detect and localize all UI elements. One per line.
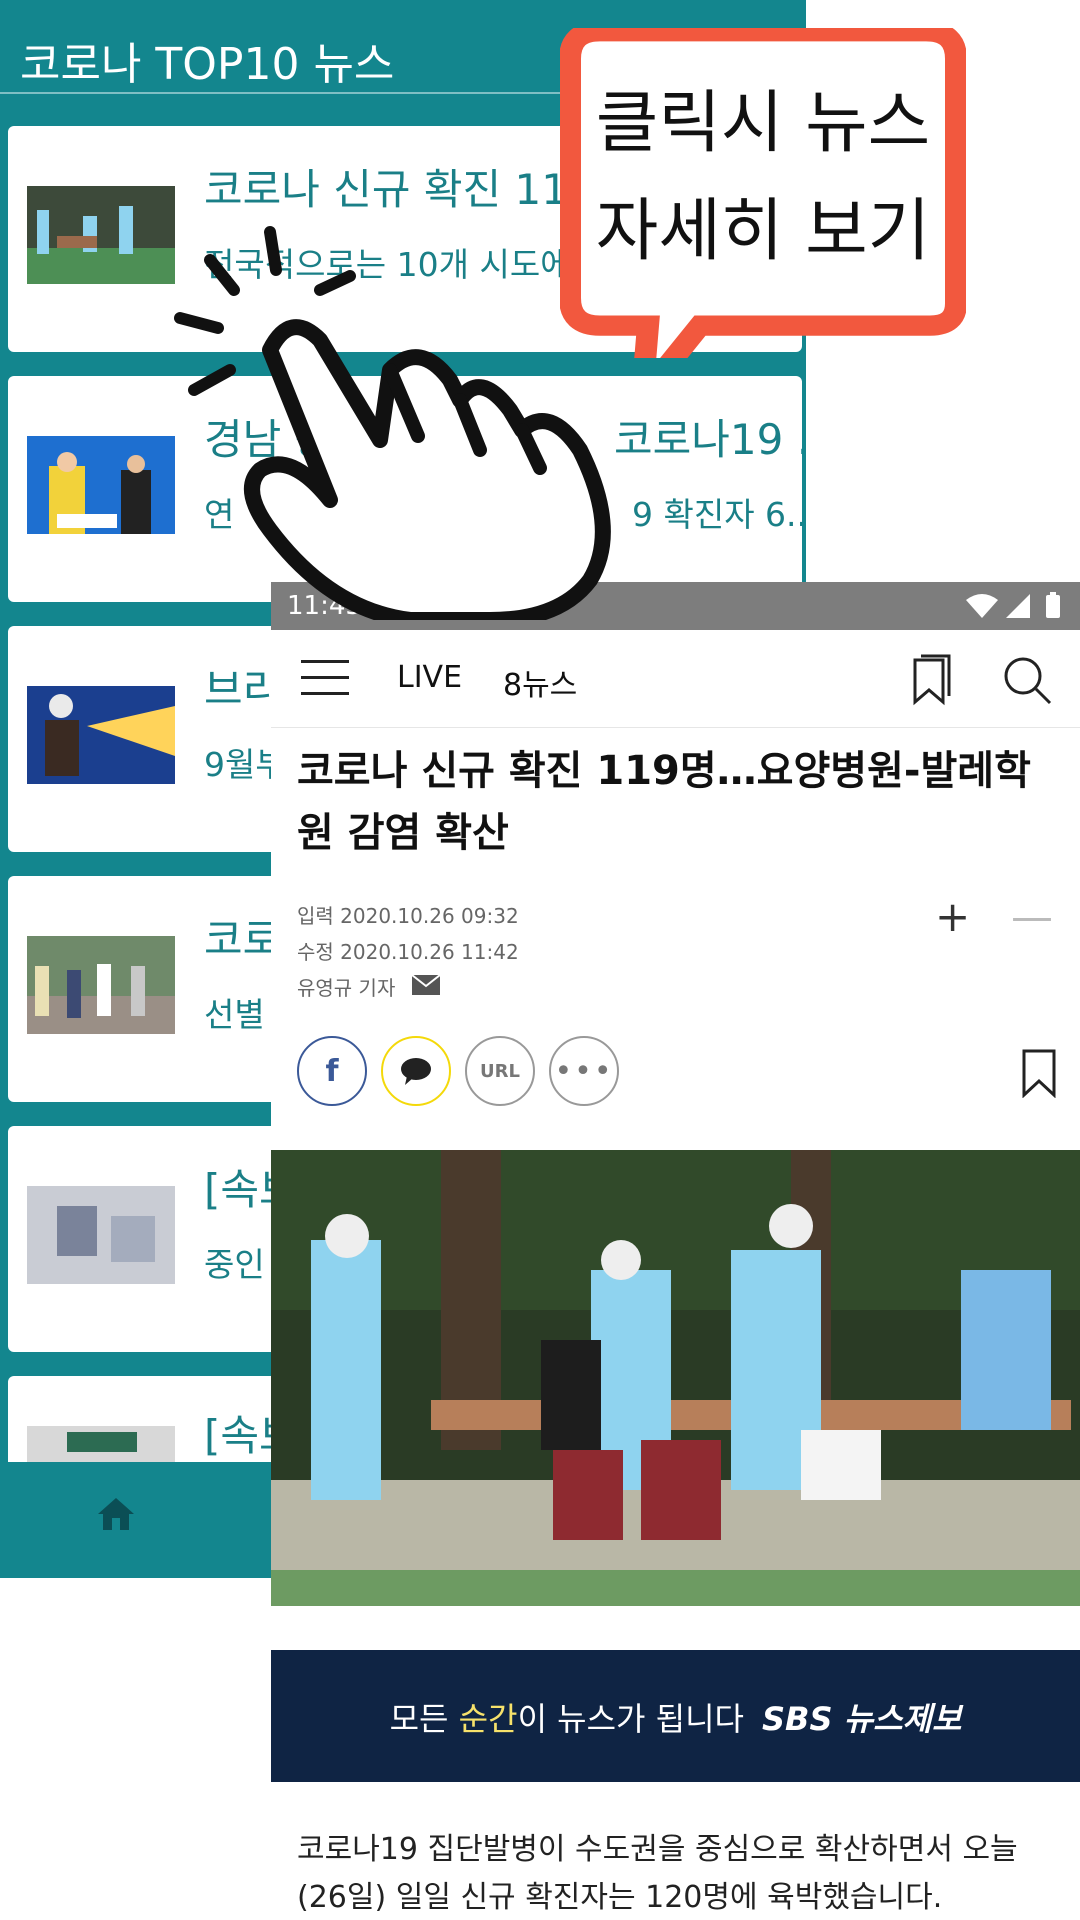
app-title: 코로나 TOP10 뉴스 xyxy=(20,39,395,90)
battery-icon xyxy=(1046,595,1060,618)
share-more-button[interactable]: ••• xyxy=(549,1036,619,1106)
news-thumbnail xyxy=(27,686,175,784)
bookmarks-icon[interactable] xyxy=(911,654,951,706)
news-thumbnail xyxy=(27,1186,175,1284)
article-edit-date: 수정 2020.10.26 11:42 xyxy=(297,940,519,964)
more-dots-icon: ••• xyxy=(554,1053,614,1089)
status-icons xyxy=(966,592,1060,618)
sbs-report-banner[interactable]: 모든 순간이 뉴스가 됩니다 SBS 뉴스제보 xyxy=(271,1650,1080,1782)
nav-8news-link[interactable]: 8뉴스 xyxy=(503,660,577,704)
banner-highlight: 순간 xyxy=(458,1700,518,1738)
signal-icon xyxy=(1006,594,1030,618)
news-card-subtitle: 중인 xyxy=(204,1245,265,1284)
news-card-title: 코로 xyxy=(204,915,282,964)
news-thumbnail xyxy=(27,936,175,1034)
article-headline: 코로나 신규 확진 119명…요양병원-발레학원 감염 확산 xyxy=(297,748,1031,856)
chat-bubble-icon xyxy=(401,1058,431,1085)
banner-brand: SBS 뉴스제보 xyxy=(762,1700,962,1738)
news-thumbnail xyxy=(27,1426,175,1462)
news-card-subtitle: 선별 xyxy=(204,995,265,1034)
share-kakaotalk-button[interactable] xyxy=(381,1036,451,1106)
font-size-decrease-button[interactable]: — xyxy=(1011,892,1053,941)
article-photo xyxy=(271,1150,1080,1606)
article-body: 코로나19 집단발병이 수도권을 중심으로 확산하면서 오늘(26일) 일일 신… xyxy=(297,1832,1018,1915)
banner-text-end: 이 뉴스가 됩니다 xyxy=(517,1700,744,1738)
search-icon[interactable] xyxy=(1001,654,1053,706)
news-detail-screen: 11:45 LIVE 8뉴스 코로나 신규 확진 119명…요양병원-발레학원 … xyxy=(271,582,1080,1920)
facebook-icon: f xyxy=(325,1053,339,1089)
callout-line-1: 클릭시 뉴스 xyxy=(595,84,931,163)
mail-icon[interactable] xyxy=(411,974,441,996)
nav-live-link[interactable]: LIVE xyxy=(397,660,462,695)
home-icon[interactable] xyxy=(96,1494,136,1534)
url-label: URL xyxy=(480,1060,520,1082)
news-card-title: 브리 xyxy=(204,665,282,714)
share-facebook-button[interactable]: f xyxy=(297,1036,367,1106)
article-input-date: 입력 2020.10.26 09:32 xyxy=(297,904,519,928)
article-reporter: 유영규 기자 xyxy=(297,976,396,1000)
hamburger-menu-icon[interactable] xyxy=(301,658,349,698)
pointing-hand-icon xyxy=(174,226,611,620)
font-size-increase-button[interactable]: + xyxy=(935,892,970,941)
wifi-icon xyxy=(966,594,998,618)
banner-text-start: 모든 xyxy=(389,1700,459,1738)
copy-url-button[interactable]: URL xyxy=(465,1036,535,1106)
bookmark-icon[interactable] xyxy=(1021,1048,1057,1098)
top-nav: LIVE 8뉴스 xyxy=(271,630,1080,728)
banner-text: 모든 순간이 뉴스가 됩니다 SBS 뉴스제보 xyxy=(271,1694,1080,1740)
